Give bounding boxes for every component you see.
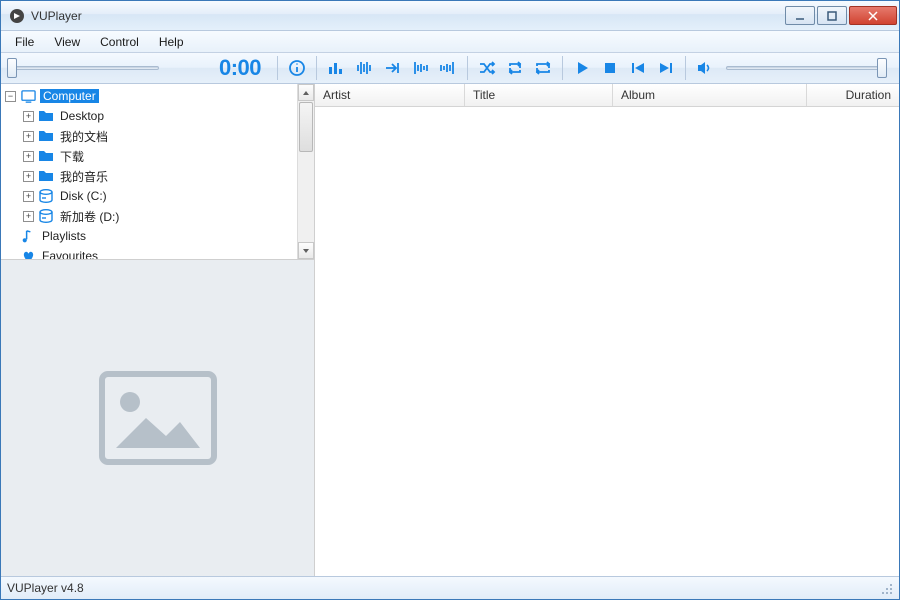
folder-icon — [38, 148, 54, 164]
skip-to-end-button[interactable] — [379, 55, 405, 81]
tree-node[interactable]: + 新加卷 (D:) — [1, 206, 297, 226]
status-bar: VUPlayer v4.8 — [1, 576, 899, 599]
stop-button[interactable] — [597, 55, 623, 81]
menu-help[interactable]: Help — [149, 31, 194, 52]
separator — [277, 56, 278, 80]
expand-icon[interactable]: + — [23, 151, 34, 162]
tree-label: Playlists — [40, 229, 88, 243]
column-title[interactable]: Title — [465, 84, 613, 106]
tree-label: 我的音乐 — [58, 168, 110, 185]
tree-node[interactable]: + 我的音乐 — [1, 166, 297, 186]
heart-icon — [20, 248, 36, 260]
column-artist[interactable]: Artist — [315, 84, 465, 106]
next-button[interactable] — [653, 55, 679, 81]
menu-file[interactable]: File — [5, 31, 44, 52]
expand-icon[interactable]: + — [23, 131, 34, 142]
status-text: VUPlayer v4.8 — [7, 581, 84, 595]
sidebar: − Computer + Desktop + 我的文档 + 下载 + 我的音乐 + Disk (C… — [1, 84, 315, 576]
volume-icon[interactable] — [692, 55, 718, 81]
marker-right-button[interactable] — [435, 55, 461, 81]
folder-tree: − Computer + Desktop + 我的文档 + 下载 + 我的音乐 + Disk (C… — [1, 84, 314, 260]
folder-icon — [38, 128, 54, 144]
seek-slider[interactable] — [7, 59, 159, 77]
main-area: − Computer + Desktop + 我的文档 + 下载 + 我的音乐 + Disk (C… — [1, 84, 899, 576]
tree-label: 下载 — [58, 148, 86, 165]
scroll-up-button[interactable] — [298, 84, 314, 101]
app-icon — [9, 8, 25, 24]
waveform-button[interactable] — [351, 55, 377, 81]
tree-scrollbar[interactable] — [297, 84, 314, 259]
repeat-all-button[interactable] — [530, 55, 556, 81]
column-duration[interactable]: Duration — [807, 84, 899, 106]
minimize-button[interactable] — [785, 6, 815, 25]
scroll-thumb[interactable] — [299, 102, 313, 152]
tree-node-computer[interactable]: − Computer — [1, 86, 297, 106]
tree-node[interactable]: + 下载 — [1, 146, 297, 166]
maximize-button[interactable] — [817, 6, 847, 25]
repeat-one-button[interactable] — [502, 55, 528, 81]
tree-label: 新加卷 (D:) — [58, 208, 121, 225]
window-controls — [785, 6, 897, 25]
track-list-body[interactable] — [315, 107, 899, 576]
tree-node[interactable]: + 我的文档 — [1, 126, 297, 146]
close-button[interactable] — [849, 6, 897, 25]
column-album[interactable]: Album — [613, 84, 807, 106]
expand-icon[interactable]: + — [23, 191, 34, 202]
tree-label: Desktop — [58, 109, 106, 123]
album-art-panel — [1, 260, 314, 576]
resize-grip[interactable] — [879, 581, 893, 595]
collapse-icon[interactable]: − — [5, 91, 16, 102]
eq-bars-button[interactable] — [323, 55, 349, 81]
computer-icon — [20, 88, 36, 104]
play-button[interactable] — [569, 55, 595, 81]
playlist-icon — [20, 228, 36, 244]
separator — [316, 56, 317, 80]
folder-icon — [38, 108, 54, 124]
tree-node-favourites[interactable]: Favourites — [1, 246, 297, 260]
toolbar: 0:00 — [1, 53, 899, 84]
scroll-down-button[interactable] — [298, 242, 314, 259]
image-placeholder-icon — [98, 370, 218, 466]
tree-node[interactable]: + Desktop — [1, 106, 297, 126]
disk-icon — [38, 188, 54, 204]
menu-view[interactable]: View — [44, 31, 90, 52]
time-display: 0:00 — [161, 55, 271, 81]
tree-label: 我的文档 — [58, 128, 110, 145]
tree-node[interactable]: + Disk (C:) — [1, 186, 297, 206]
column-headers: Artist Title Album Duration — [315, 84, 899, 107]
track-list: Artist Title Album Duration — [315, 84, 899, 576]
window-title: VUPlayer — [31, 9, 785, 23]
info-button[interactable] — [284, 55, 310, 81]
menu-bar: File View Control Help — [1, 31, 899, 53]
expand-icon[interactable]: + — [23, 111, 34, 122]
volume-slider[interactable] — [726, 59, 887, 77]
menu-control[interactable]: Control — [90, 31, 149, 52]
separator — [685, 56, 686, 80]
tree-node-playlists[interactable]: Playlists — [1, 226, 297, 246]
shuffle-button[interactable] — [474, 55, 500, 81]
separator — [562, 56, 563, 80]
tree-label: Computer — [40, 89, 99, 103]
tree-label: Favourites — [40, 249, 100, 260]
tree-label: Disk (C:) — [58, 189, 109, 203]
separator — [467, 56, 468, 80]
folder-icon — [38, 168, 54, 184]
expand-icon[interactable]: + — [23, 211, 34, 222]
disk-icon — [38, 208, 54, 224]
previous-button[interactable] — [625, 55, 651, 81]
title-bar: VUPlayer — [1, 1, 899, 31]
marker-left-button[interactable] — [407, 55, 433, 81]
app-window: VUPlayer File View Control Help 0:00 — [0, 0, 900, 600]
expand-icon[interactable]: + — [23, 171, 34, 182]
